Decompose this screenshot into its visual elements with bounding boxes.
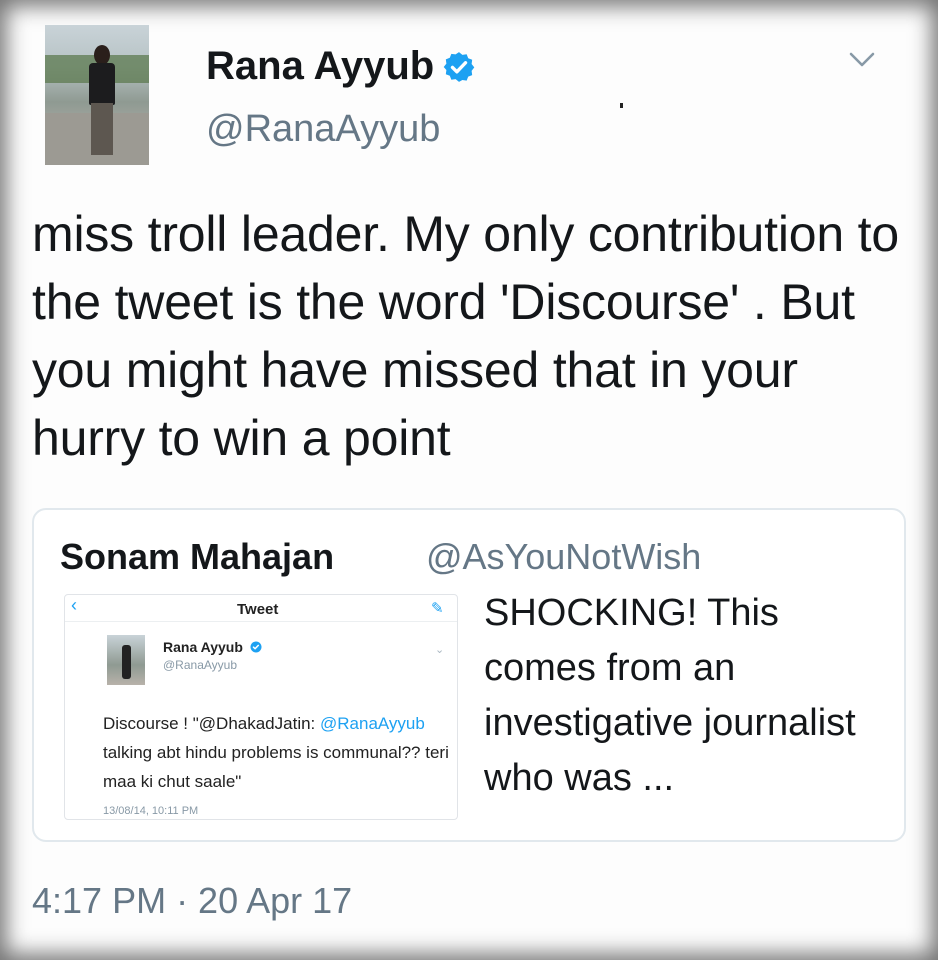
compose-icon: ✎ [431,600,444,617]
avatar-person-legs [91,103,113,155]
quoted-tweet-text: SHOCKING! This comes from an investigati… [484,592,856,799]
screenshot-text-prefix: Discourse ! "@DhakadJatin: [103,714,320,733]
author-handle[interactable]: @RanaAyyub [206,108,440,151]
author-name-row[interactable]: Rana Ayyub [206,44,476,89]
author-name[interactable]: Rana Ayyub [206,44,434,89]
tweet-timestamp[interactable]: 4:17 PM · 20 Apr 17 [32,880,352,922]
tweet-text: miss troll leader. My only contribution … [32,206,899,466]
verified-badge-icon [443,51,475,82]
screenshot-author-name-row: Rana Ayyub [163,639,262,655]
author-avatar[interactable] [45,25,149,165]
tweet-card: Rana Ayyub @RanaAyyub miss troll leader.… [0,0,938,960]
quoted-author-handle[interactable]: @AsYouNotWish [426,536,701,578]
screenshot-header-title: Tweet [237,601,279,618]
avatar-person-body [89,63,115,105]
quoted-author-name[interactable]: Sonam Mahajan [60,536,334,578]
screenshot-author-handle: @RanaAyyub [163,658,238,672]
screenshot-top-bar: ‹ Tweet ✎ [65,595,457,622]
quoted-tweet-image[interactable]: ‹ Tweet ✎ Rana Ayyub @RanaAyyub ⌄ Discou… [64,594,458,820]
screenshot-avatar [107,635,145,685]
screenshot-mention: @RanaAyyub [320,714,425,733]
screenshot-author-name: Rana Ayyub [163,639,243,655]
screenshot-timestamp: 13/08/14, 10:11 PM [103,805,199,817]
screenshot-text-suffix: talking abt hindu problems is communal??… [103,743,449,791]
chevron-down-icon[interactable] [848,50,876,70]
screenshot-verified-icon [250,641,262,653]
screenshot-tweet-text: Discourse ! "@DhakadJatin: @RanaAyyub ta… [103,709,453,796]
quoted-tweet[interactable]: Sonam Mahajan @AsYouNotWish ‹ Tweet ✎ Ra… [32,508,906,842]
stray-mark [620,103,623,108]
avatar-person-head [94,45,110,65]
back-chevron-icon: ‹ [71,595,77,615]
screenshot-chevron-icon: ⌄ [435,644,445,656]
